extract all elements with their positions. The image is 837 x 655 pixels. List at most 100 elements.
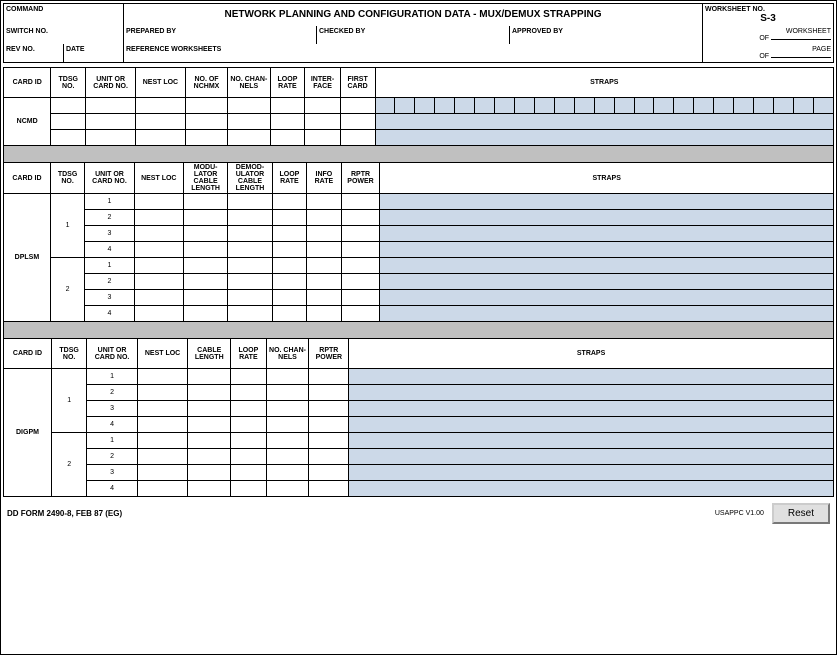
dplsm-g2-loop-3: [272, 290, 307, 306]
dplsm-g2-sub3: 3: [85, 290, 134, 306]
page: COMMAND NETWORK PLANNING AND CONFIGURATI…: [0, 0, 837, 655]
ncmd-s1: [375, 98, 395, 114]
approved-by-box: APPROVED BY: [510, 26, 703, 44]
digpm-g2-nest-2: [137, 449, 187, 465]
digpm-col-unit-or-card-no: UNIT OR CARD NO.: [87, 339, 137, 369]
digpm-col-straps: STRAPS: [349, 339, 834, 369]
dplsm-g1-sub3: 3: [85, 226, 134, 242]
digpm-g1-loop-2: [231, 385, 266, 401]
dplsm-col-tdsg-no: TDSG NO.: [50, 163, 85, 194]
command-label: COMMAND: [6, 6, 43, 13]
ncmd-s6: [475, 98, 495, 114]
worksheet-label: WORKSHEET: [786, 28, 831, 35]
dplsm-col-straps: STRAPS: [380, 163, 834, 194]
ncmd-unit-1: [86, 98, 136, 114]
digpm-g1-cable-3: [188, 401, 231, 417]
ncmd-chan-2: [228, 114, 270, 130]
ncmd-s15: [654, 98, 674, 114]
dplsm-g1-modu-3: [183, 226, 227, 242]
digpm-g2-cable-2: [188, 449, 231, 465]
ref-worksheets-label: REFERENCE WORKSHEETS: [126, 46, 221, 53]
rev-no-label: REV NO.: [6, 46, 35, 53]
digpm-g1-straps-3: [349, 401, 834, 417]
dplsm-g1-loop-4: [272, 242, 307, 258]
dplsm-g1-id: 1: [50, 194, 85, 258]
digpm-g1-straps-2: [349, 385, 834, 401]
ref-worksheets-box: REFERENCE WORKSHEETS: [124, 44, 703, 62]
dplsm-g1-info-2: [307, 210, 342, 226]
dplsm-g2-sub1: 1: [85, 258, 134, 274]
dplsm-g1-sub4: 4: [85, 242, 134, 258]
page-box: PAGE OF: [703, 44, 833, 62]
dplsm-g1-nest-3: [134, 226, 183, 242]
dplsm-col-rptr-power: RPTR POWER: [341, 163, 380, 194]
dplsm-g2-straps-2: [380, 274, 834, 290]
ncmd-iface-3: [305, 130, 340, 146]
digpm-g2-rptr-2: [309, 449, 349, 465]
digpm-col-tdsg-no: TDSG NO.: [51, 339, 86, 369]
dplsm-col-nest-loc: NEST LOC: [134, 163, 183, 194]
dplsm-col-info-rate: INFO RATE: [307, 163, 342, 194]
ncmd-data-row-1: NCMD: [4, 98, 834, 114]
ncmd-s13: [614, 98, 634, 114]
digpm-g2-straps-4: [349, 481, 834, 497]
digpm-g2-cable-4: [188, 481, 231, 497]
ncmd-chan-1: [228, 98, 270, 114]
ncmd-first-3: [340, 130, 375, 146]
ncmd-tdsg-2: [51, 114, 86, 130]
dplsm-g2-info-4: [307, 306, 342, 322]
dplsm-g1-nest-4: [134, 242, 183, 258]
ncmd-tdsg-1: [51, 98, 86, 114]
digpm-g1-nest-1: [137, 369, 187, 385]
ncmd-s5: [455, 98, 475, 114]
reset-button[interactable]: Reset: [772, 503, 830, 524]
dplsm-g2-r3: 3: [4, 290, 834, 306]
worksheet-no-label: WORKSHEET NO.: [705, 6, 831, 13]
of-label: OF: [759, 35, 769, 42]
date-label: DATE: [66, 46, 85, 53]
digpm-g1-sub4: 4: [87, 417, 137, 433]
ncmd-s10: [554, 98, 574, 114]
digpm-g2-sub1: 1: [87, 433, 137, 449]
ncmd-table: CARD ID TDSG NO. UNIT OR CARD NO. NEST L…: [3, 67, 834, 146]
rev-no-box: REV NO.: [4, 44, 64, 62]
digpm-g1-nest-4: [137, 417, 187, 433]
dplsm-g2-nest-4: [134, 306, 183, 322]
checked-by-box: CHECKED BY: [317, 26, 510, 44]
digpm-g2-r2: 2: [4, 449, 834, 465]
dplsm-g2-straps-3: [380, 290, 834, 306]
ncmd-unit-2: [86, 114, 136, 130]
digpm-g1-cable-2: [188, 385, 231, 401]
dplsm-g1-loop-1: [272, 194, 307, 210]
dplsm-g1-straps-2: [380, 210, 834, 226]
ncmd-s2: [395, 98, 415, 114]
digpm-g1-rptr-3: [309, 401, 349, 417]
ncmd-col-no-channels: NO. CHAN-NELS: [228, 68, 270, 98]
digpm-g1-rptr-1: [309, 369, 349, 385]
gray-separator-2: [3, 322, 834, 338]
ncmd-col-card-id: CARD ID: [4, 68, 51, 98]
dplsm-g1-demod-2: [228, 210, 272, 226]
digpm-g2-r1: 2 1: [4, 433, 834, 449]
ncmd-iface-1: [305, 98, 340, 114]
main-title: NETWORK PLANNING AND CONFIGURATION DATA …: [224, 9, 601, 20]
dplsm-g1-info-1: [307, 194, 342, 210]
dplsm-g2-info-2: [307, 274, 342, 290]
digpm-g2-rptr-4: [309, 481, 349, 497]
dplsm-g2-modu-2: [183, 274, 227, 290]
ncmd-first-1: [340, 98, 375, 114]
dplsm-g2-r4: 4: [4, 306, 834, 322]
digpm-g2-chan-3: [266, 465, 309, 481]
digpm-g2-straps-2: [349, 449, 834, 465]
digpm-row-label: DIGPM: [4, 369, 52, 497]
digpm-g1-r3: 3: [4, 401, 834, 417]
ncmd-s19: [734, 98, 754, 114]
ncmd-unit-3: [86, 130, 136, 146]
digpm-col-cable-length: CABLE LENGTH: [188, 339, 231, 369]
digpm-g2-sub3: 3: [87, 465, 137, 481]
dplsm-g1-demod-1: [228, 194, 272, 210]
ncmd-col-loop-rate: LOOP RATE: [270, 68, 305, 98]
dplsm-g2-modu-1: [183, 258, 227, 274]
ncmd-s3: [415, 98, 435, 114]
dplsm-table: CARD ID TDSG NO. UNIT OR CARD NO. NEST L…: [3, 162, 834, 322]
